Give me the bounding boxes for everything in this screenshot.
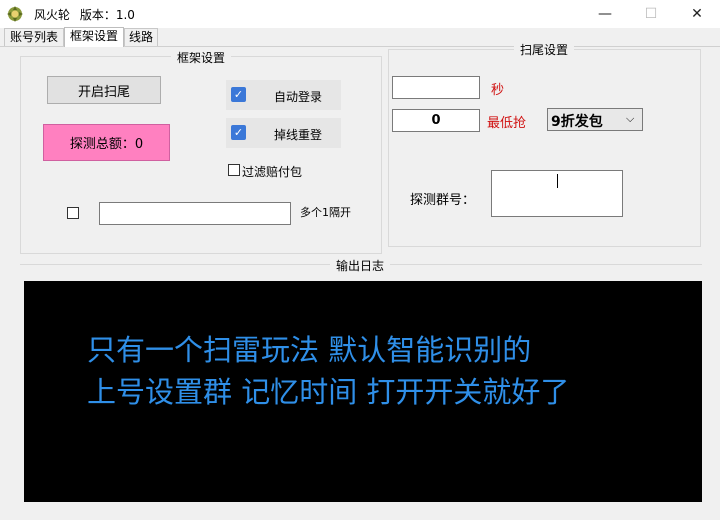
auto-login-checkbox[interactable]: ✓ <box>231 87 246 102</box>
min-grab-input[interactable]: 0 <box>392 109 480 132</box>
tab-frame-settings[interactable]: 框架设置 <box>64 27 124 47</box>
output-log[interactable]: 只有一个扫雷玩法 默认智能识别的 上号设置群 记忆时间 打开开关就好了 <box>24 281 702 502</box>
checkmark-icon: ✓ <box>233 88 244 101</box>
frame-settings-legend: 框架设置 <box>171 49 232 66</box>
multi-hint-label: 多个1隔开 <box>300 206 351 219</box>
minimize-button[interactable]: — <box>582 0 628 28</box>
reconnect-checkbox[interactable]: ✓ <box>231 125 246 140</box>
chevron-down-icon: ⌵ <box>626 112 635 125</box>
filter-payout-checkbox[interactable] <box>228 164 240 176</box>
log-legend: 输出日志 <box>330 257 391 274</box>
text-cursor <box>557 174 558 188</box>
multi-enable-checkbox[interactable] <box>67 207 79 219</box>
tail-settings-legend: 扫尾设置 <box>514 41 575 58</box>
package-select[interactable]: 9折发包 ⌵ <box>547 108 643 131</box>
minimize-icon: — <box>598 6 612 22</box>
app-name: 风火轮 <box>34 8 71 22</box>
auto-login-label: 自动登录 <box>274 90 323 104</box>
checkmark-icon: ✓ <box>233 126 244 139</box>
log-line: 只有一个扫雷玩法 默认智能识别的 <box>87 333 532 367</box>
maximize-button: ☐ <box>628 0 674 28</box>
detect-group-label: 探测群号： <box>410 193 476 208</box>
detect-total-button[interactable]: 探测总额：0 <box>43 124 170 161</box>
filter-payout-label: 过滤赔付包 <box>242 165 303 179</box>
reconnect-label: 掉线重登 <box>274 128 323 142</box>
maximize-icon: ☐ <box>644 6 658 22</box>
multi-input[interactable] <box>99 202 291 225</box>
seconds-input[interactable] <box>392 76 480 99</box>
log-line: 上号设置群 记忆时间 打开开关就好了 <box>87 375 570 409</box>
tab-accounts[interactable]: 账号列表 <box>4 28 64 46</box>
package-select-value: 9折发包 <box>551 114 603 130</box>
start-tail-button[interactable]: 开启扫尾 <box>47 76 161 104</box>
tab-routes[interactable]: 线路 <box>124 28 158 46</box>
detect-group-input[interactable] <box>491 170 623 217</box>
close-button[interactable]: ✕ <box>674 0 720 28</box>
seconds-label: 秒 <box>491 83 505 98</box>
window-title: 风火轮 版本：1.0 <box>34 6 135 23</box>
min-grab-label: 最低抢 <box>487 116 527 131</box>
app-logo-icon <box>6 5 24 23</box>
close-icon: ✕ <box>691 6 703 22</box>
version-label: 版本：1.0 <box>79 8 135 22</box>
